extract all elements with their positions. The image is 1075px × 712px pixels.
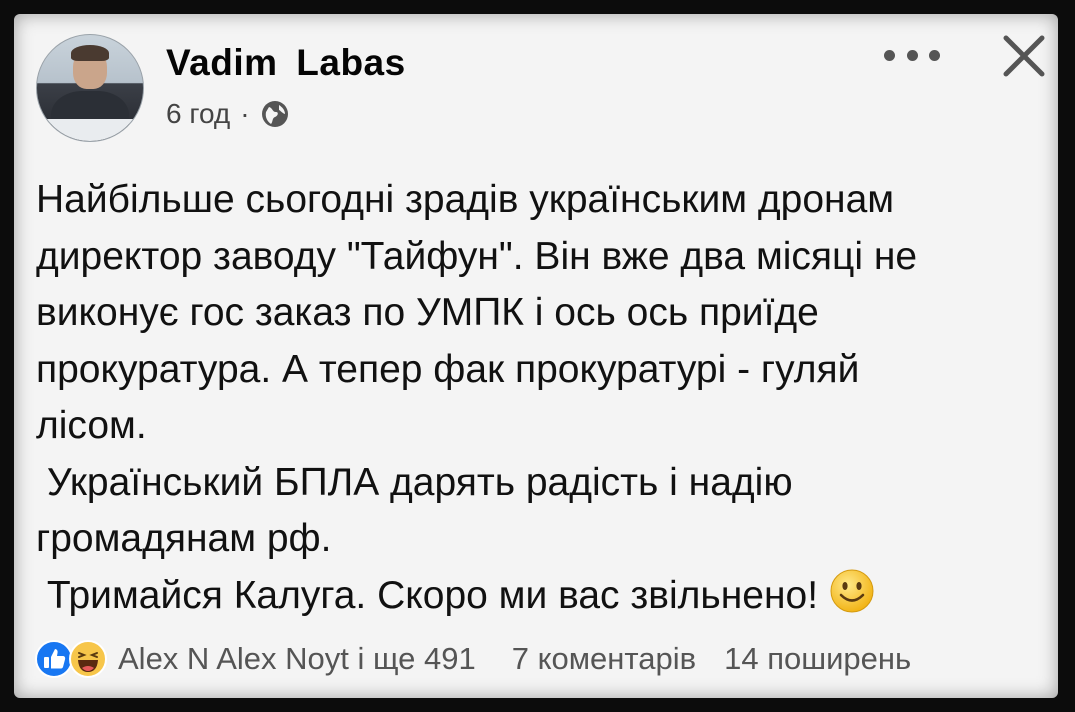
haha-icon xyxy=(69,640,107,678)
post-line: громадянам рф. xyxy=(36,517,332,560)
reactions[interactable] xyxy=(34,639,108,679)
comments-count[interactable]: 7 коментарів xyxy=(512,641,696,677)
dot xyxy=(906,49,918,61)
reactors-summary[interactable]: Alex N Alex Noyt і ще 491 xyxy=(118,641,476,677)
post-line: Тримайся Калуга. Скоро ми вас звільнено! xyxy=(36,573,829,617)
post-card: Vadim Labas 6 год · Найбільше сьогодні з… xyxy=(14,14,1058,698)
post-line: Найбільше сьогодні зрадів українським др… xyxy=(36,178,895,221)
dot xyxy=(884,49,895,61)
post-text: Найбільше сьогодні зрадів українським др… xyxy=(36,172,1046,624)
post-footer: Alex N Alex Noyt і ще 491 7 коментарів 1… xyxy=(34,634,1048,684)
close-icon[interactable] xyxy=(998,30,1050,82)
author-name[interactable]: Vadim Labas xyxy=(166,42,406,84)
post-line: прокуратура. А тепер фак прокуратурі - г… xyxy=(36,347,860,391)
post-time[interactable]: 6 год xyxy=(166,98,230,130)
globe-icon xyxy=(261,101,288,127)
post-line: Український БПЛА дарять радість і надію xyxy=(36,460,793,504)
shares-count[interactable]: 14 поширень xyxy=(724,641,911,677)
smiling-face-icon xyxy=(830,569,874,612)
more-options-icon[interactable] xyxy=(884,40,940,70)
dot xyxy=(929,49,940,61)
post-line: директор заводу "Тайфун". Він вже два мі… xyxy=(36,234,918,278)
avatar[interactable] xyxy=(36,34,144,142)
meta-separator: · xyxy=(240,98,250,129)
avatar-hair xyxy=(71,45,109,61)
avatar-desk xyxy=(37,119,143,141)
post-meta: 6 год · xyxy=(166,98,290,130)
post-line: лісом. xyxy=(36,404,147,447)
post-line: виконує гос заказ по УМПК і ось ось приї… xyxy=(36,291,819,334)
